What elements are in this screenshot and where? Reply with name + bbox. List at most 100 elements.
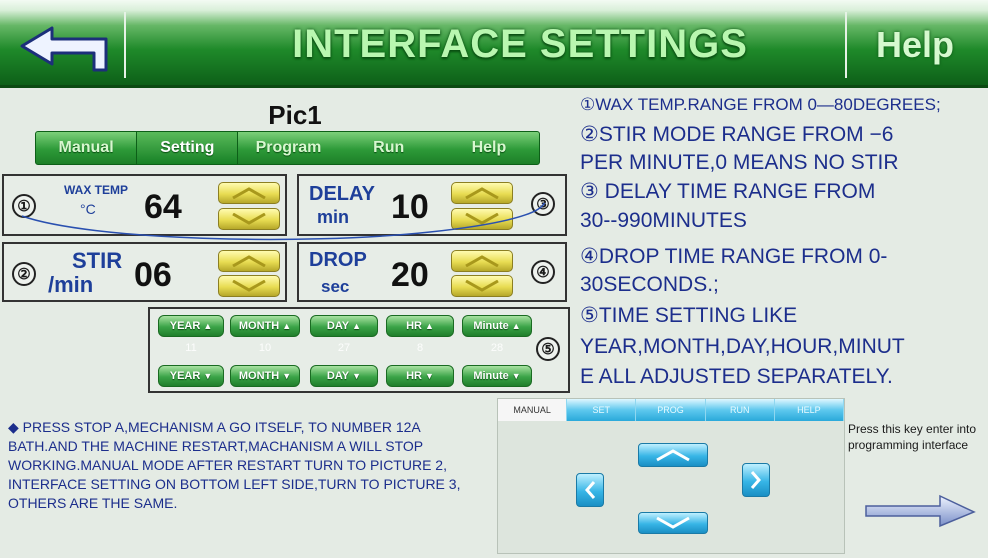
chevron-up-icon	[465, 187, 499, 199]
picture-label: Pic1	[268, 100, 322, 130]
mini-left-button[interactable]	[576, 473, 604, 507]
delay-value[interactable]: 10	[391, 188, 429, 227]
page-title: INTERFACE SETTINGS	[292, 22, 748, 66]
triangle-up-icon: ▲	[511, 321, 521, 331]
info-line-5: 30--990MINUTES	[580, 209, 747, 232]
triangle-down-icon: ▼	[282, 371, 292, 381]
year-label: YEAR	[169, 320, 201, 332]
day-up-button[interactable]: DAY ▲	[310, 315, 378, 337]
number-badge-1: ①	[12, 194, 36, 218]
stir-value[interactable]: 06	[134, 256, 172, 295]
right-arrow-icon	[865, 494, 976, 528]
triangle-down-icon: ▼	[352, 371, 362, 381]
drop-up-button[interactable]	[451, 250, 513, 272]
stir-up-button[interactable]	[218, 250, 280, 272]
tab-help[interactable]: Help	[439, 132, 539, 164]
stir-down-button[interactable]	[218, 275, 280, 297]
hr-label: HR	[406, 320, 422, 332]
mini-tabbar: MANUAL SET PROG RUN HELP	[498, 399, 845, 421]
drop-box: DROP sec 20 ④	[297, 242, 567, 302]
tab-setting[interactable]: Setting	[136, 132, 239, 164]
mini-tab-set[interactable]: SET	[567, 399, 637, 421]
tab-run[interactable]: Run	[339, 132, 439, 164]
delay-down-button[interactable]	[451, 208, 513, 230]
day-value: 27	[337, 342, 351, 354]
mini-tab-manual[interactable]: MANUAL	[498, 399, 568, 421]
tab-program[interactable]: Program	[238, 132, 338, 164]
info-line-3: PER MINUTE,0 MEANS NO STIR	[580, 151, 899, 174]
delay-up-button[interactable]	[451, 182, 513, 204]
wax-temp-value[interactable]: 64	[144, 188, 182, 227]
hr-value: 8	[416, 342, 424, 354]
month-up-button[interactable]: MONTH ▲	[230, 315, 300, 337]
number-badge-2: ②	[12, 262, 36, 286]
chevron-down-icon	[656, 516, 690, 529]
info-line-6: ④DROP TIME RANGE FROM 0-	[580, 245, 888, 268]
programming-preview-panel: MANUAL SET PROG RUN HELP	[497, 398, 845, 554]
day-down-button[interactable]: DAY ▼	[310, 365, 378, 387]
year-up-button[interactable]: YEAR ▲	[158, 315, 224, 337]
mini-tab-help[interactable]: HELP	[775, 399, 845, 421]
chevron-down-icon	[232, 213, 266, 225]
mini-up-button[interactable]	[638, 443, 708, 467]
number-badge-4: ④	[531, 260, 555, 284]
day-label: DAY	[326, 370, 350, 382]
drop-label: DROP	[309, 249, 367, 271]
info-line-8: ⑤TIME SETTING LIKE	[580, 304, 798, 327]
back-arrow-icon	[20, 26, 108, 72]
minute-label: Minute	[473, 320, 509, 332]
help-button[interactable]: Help	[845, 12, 983, 78]
minute-label: Minute	[473, 370, 509, 382]
drop-value[interactable]: 20	[391, 256, 429, 295]
triangle-up-icon: ▲	[203, 321, 213, 331]
info-line-10: E ALL ADJUSTED SEPARATELY.	[580, 365, 893, 388]
wax-temp-box: ① WAX TEMP °C 64	[2, 174, 287, 236]
number-badge-5: ⑤	[536, 337, 560, 361]
triangle-up-icon: ▲	[424, 321, 434, 331]
minute-up-button[interactable]: Minute ▲	[462, 315, 532, 337]
mini-tab-run[interactable]: RUN	[706, 399, 775, 421]
delay-unit: min	[317, 207, 350, 227]
back-button[interactable]	[8, 12, 126, 78]
delay-box: DELAY min 10 ③	[297, 174, 567, 236]
hr-label: HR	[406, 370, 422, 382]
tab-manual[interactable]: Manual	[36, 132, 136, 164]
month-label: MONTH	[238, 320, 280, 332]
year-down-button[interactable]: YEAR ▼	[158, 365, 224, 387]
instruction-note: ◆ PRESS STOP A,MECHANISM A GO ITSELF, TO…	[8, 419, 461, 511]
triangle-down-icon: ▼	[424, 371, 434, 381]
number-badge-3: ③	[531, 192, 555, 216]
wax-temp-down-button[interactable]	[218, 208, 280, 230]
year-value: 11	[185, 342, 197, 354]
info-line-2: ②STIR MODE RANGE FROM −6	[580, 123, 894, 146]
year-label: YEAR	[169, 370, 201, 382]
triangle-up-icon: ▲	[352, 321, 362, 331]
wax-temp-up-button[interactable]	[218, 182, 280, 204]
info-line-4: ③ DELAY TIME RANGE FROM	[580, 180, 876, 203]
chevron-down-icon	[465, 280, 499, 292]
minute-down-button[interactable]: Minute ▼	[462, 365, 532, 387]
day-label: DAY	[326, 320, 350, 332]
triangle-up-icon: ▲	[282, 321, 292, 331]
drop-unit: sec	[321, 277, 350, 296]
chevron-up-icon	[232, 255, 266, 267]
mini-right-button[interactable]	[742, 463, 770, 497]
chevron-up-icon	[656, 449, 690, 462]
delay-label: DELAY	[309, 183, 375, 205]
mini-down-button[interactable]	[638, 512, 708, 534]
month-label: MONTH	[238, 370, 280, 382]
wax-temp-unit: °C	[80, 201, 96, 217]
info-line-9: YEAR,MONTH,DAY,HOUR,MINUT	[580, 335, 905, 358]
drop-down-button[interactable]	[451, 275, 513, 297]
month-down-button[interactable]: MONTH ▼	[230, 365, 300, 387]
mini-tab-prog[interactable]: PROG	[636, 399, 706, 421]
chevron-down-icon	[465, 213, 499, 225]
wax-temp-label: WAX TEMP	[64, 183, 129, 197]
hr-up-button[interactable]: HR ▲	[386, 315, 454, 337]
hr-down-button[interactable]: HR ▼	[386, 365, 454, 387]
month-value: 10	[258, 342, 272, 354]
chevron-up-icon	[232, 187, 266, 199]
chevron-up-icon	[465, 255, 499, 267]
chevron-right-icon	[750, 471, 761, 489]
info-line-1: ①WAX TEMP.RANGE FROM 0—80DEGREES;	[580, 95, 941, 114]
